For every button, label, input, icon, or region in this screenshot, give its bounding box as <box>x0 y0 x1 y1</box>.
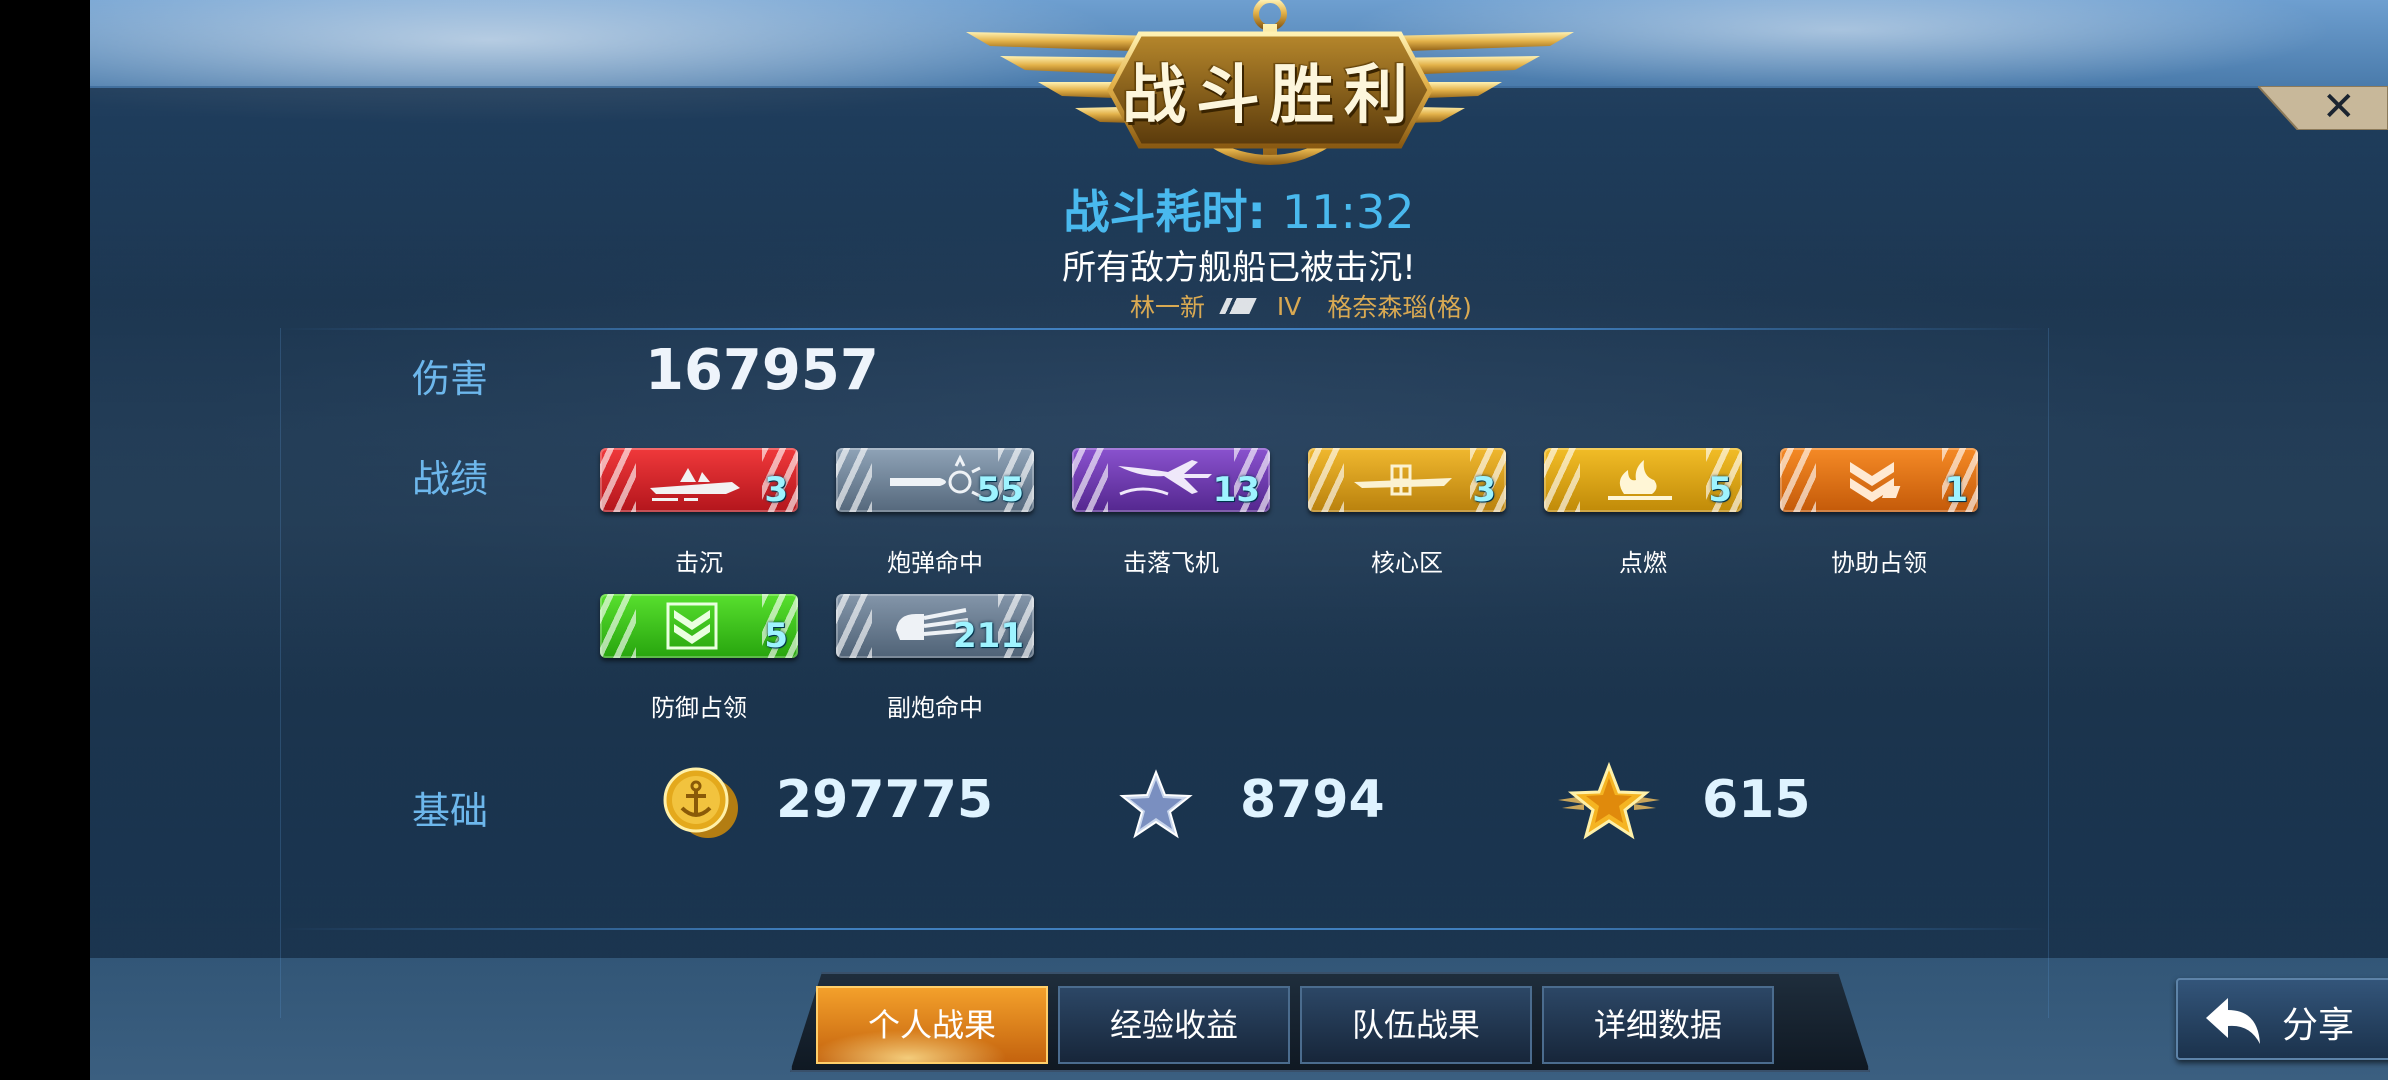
result-tabs: 个人战果 经验收益 队伍战果 详细数据 <box>790 972 1870 1072</box>
medal-count: 3 <box>1472 470 1496 510</box>
ship-tier: IV <box>1276 291 1302 321</box>
medal-label: 协助占领 <box>1831 549 1927 577</box>
frame-line <box>280 328 281 1018</box>
medal-shell-hit[interactable]: 55 <box>836 448 1034 512</box>
medal-label: 炮弹命中 <box>887 549 983 577</box>
medal-label: 点燃 <box>1619 549 1667 577</box>
medal-count: 5 <box>1708 470 1732 510</box>
medal-label: 副炮命中 <box>887 694 983 722</box>
share-button[interactable]: 分享 <box>2176 978 2388 1060</box>
medal-assist-capture[interactable]: 1 <box>1780 448 1978 512</box>
experience-star-icon <box>1118 768 1194 844</box>
medal-aircraft-shotdown[interactable]: 13 <box>1072 448 1270 512</box>
share-arrow-icon <box>2206 998 2260 1044</box>
battle-result-screen: 战斗胜利 ✕ 战斗耗时: 11:32 所有敌方舰船已被击沉! 林一新 IV 格奈… <box>90 0 2388 1080</box>
divider-line <box>280 928 2048 930</box>
medal-label: 击落飞机 <box>1123 549 1219 577</box>
close-button[interactable]: ✕ <box>2258 84 2388 130</box>
player-name: 林一新 <box>1130 293 1206 322</box>
medal-count: 55 <box>976 470 1024 510</box>
medal-label: 击沉 <box>675 549 723 577</box>
battle-time-label: 战斗耗时: <box>1063 185 1266 239</box>
victory-emblem: 战斗胜利 <box>870 0 1670 180</box>
medal-count: 1 <box>1944 470 1968 510</box>
medal-label: 防御占领 <box>651 694 747 722</box>
achievements-label: 战绩 <box>412 457 489 501</box>
assist-capture-icon <box>1850 462 1901 502</box>
citadel-icon <box>1354 464 1452 496</box>
victory-title: 战斗胜利 <box>1122 59 1418 133</box>
elite-experience-value: 615 <box>1702 770 1811 830</box>
aircraft-shotdown-icon <box>1118 460 1212 496</box>
ship-name: 格奈森瑙(格) <box>1327 293 1472 322</box>
medal-secondary-battery[interactable]: 211 <box>836 594 1034 658</box>
defend-capture-icon <box>666 602 718 650</box>
damage-label: 伤害 <box>412 357 489 401</box>
fire-icon <box>1608 460 1672 500</box>
medal-citadel[interactable]: 3 <box>1308 448 1506 512</box>
shell-hit-icon <box>890 454 981 498</box>
medal-label: 核心区 <box>1371 549 1443 577</box>
medal-count: 13 <box>1212 470 1260 510</box>
credits-coin-icon <box>658 766 742 842</box>
damage-value: 167957 <box>645 338 879 403</box>
medal-count: 5 <box>764 616 788 656</box>
base-rewards-label: 基础 <box>412 789 489 833</box>
tab-experience-earnings[interactable]: 经验收益 <box>1058 986 1290 1064</box>
experience-value: 8794 <box>1240 770 1385 830</box>
medal-count: 3 <box>764 470 788 510</box>
share-label: 分享 <box>2282 1005 2355 1046</box>
tab-team-results[interactable]: 队伍战果 <box>1300 986 1532 1064</box>
tab-personal-results[interactable]: 个人战果 <box>816 986 1048 1064</box>
medal-defend-capture[interactable]: 5 <box>600 594 798 658</box>
rank-icon <box>1219 298 1257 314</box>
medal-sinking[interactable]: 3 <box>600 448 798 512</box>
elite-experience-icon <box>1554 760 1664 844</box>
tab-detailed-data[interactable]: 详细数据 <box>1542 986 1774 1064</box>
player-info: 林一新 IV 格奈森瑙(格) <box>1130 288 1472 324</box>
battle-time-value: 11:32 <box>1281 185 1415 239</box>
medal-fire[interactable]: 5 <box>1544 448 1742 512</box>
battle-result-text: 所有敌方舰船已被击沉! <box>1062 248 1416 288</box>
battle-duration: 战斗耗时: 11:32 <box>90 176 2388 242</box>
credits-value: 297775 <box>776 770 994 830</box>
close-icon: ✕ <box>2322 84 2356 130</box>
divider-line <box>280 328 2048 330</box>
frame-line <box>2048 328 2049 1018</box>
ship-sinking-icon <box>650 468 740 501</box>
medal-count: 211 <box>953 616 1024 656</box>
